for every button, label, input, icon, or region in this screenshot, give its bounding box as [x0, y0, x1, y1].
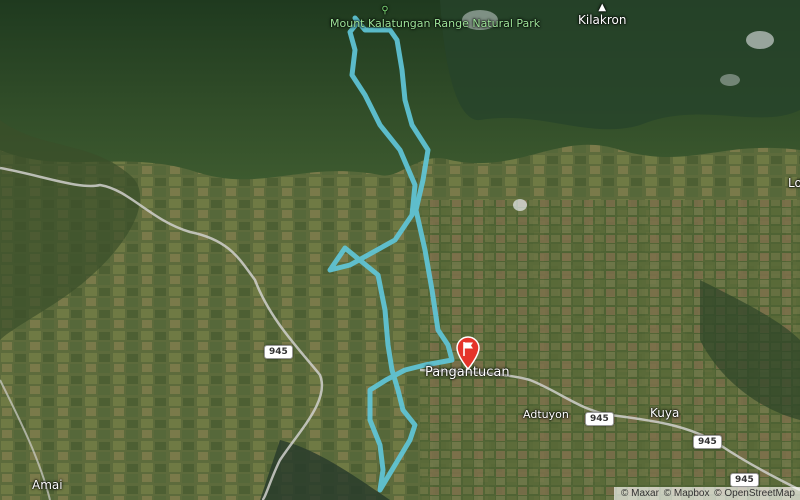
flag-marker-icon — [456, 336, 480, 371]
town-label-adtuyon[interactable]: Adtuyon — [523, 408, 569, 421]
town-label-amai[interactable]: Amai — [32, 478, 63, 492]
town-label-kuya[interactable]: Kuya — [650, 406, 679, 420]
park-label-text: Mount Kalatungan Range Natural Park — [330, 17, 541, 30]
maxar-credit-link[interactable]: © Maxar — [621, 488, 659, 499]
town-label-edge[interactable]: Lo — [788, 176, 800, 190]
road-shield-945: 945 — [730, 473, 759, 487]
road-shield-945: 945 — [264, 345, 293, 359]
road-shield-945: 945 — [585, 412, 614, 426]
map-attribution: © Maxar © Mapbox © OpenStreetMap — [614, 487, 800, 500]
park-icon: ⚲ — [381, 5, 389, 16]
osm-credit-link[interactable]: © OpenStreetMap — [714, 488, 795, 499]
satellite-map[interactable]: ⚲ Mount Kalatungan Range Natural Park ▲ … — [0, 0, 800, 500]
flag-marker[interactable] — [455, 336, 481, 371]
road-shield-945: 945 — [693, 435, 722, 449]
park-label[interactable]: ⚲ Mount Kalatungan Range Natural Park — [330, 4, 541, 30]
mountain-peak-icon: ▲ — [598, 2, 607, 13]
mapbox-credit-link[interactable]: © Mapbox — [664, 488, 710, 499]
peak-label[interactable]: ▲ Kilakron — [578, 2, 626, 27]
peak-label-text: Kilakron — [578, 13, 627, 27]
satellite-imagery — [0, 0, 800, 500]
